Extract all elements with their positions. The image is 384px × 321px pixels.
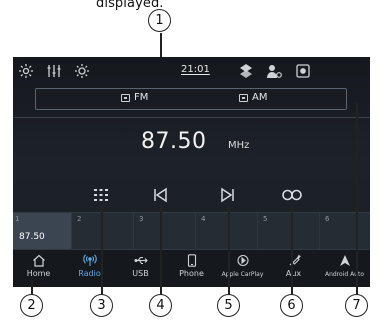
nav-label: Android Auto [324, 271, 365, 278]
nav-usb[interactable]: USB [115, 250, 166, 287]
loop-icon[interactable] [281, 187, 303, 203]
preset-1[interactable]: 1 87.50 [13, 213, 72, 249]
callout-5-leader [228, 205, 230, 295]
nav-label: Apple CarPlay [221, 271, 264, 278]
radio-icon [82, 254, 97, 267]
nav-label: USB [132, 269, 149, 278]
preset-number: 3 [139, 215, 144, 223]
band-am-button[interactable]: AM [239, 92, 267, 103]
preset-number: 4 [201, 215, 206, 223]
preset-number: 5 [263, 215, 268, 223]
camera-icon[interactable] [295, 63, 311, 79]
band-icon [239, 93, 248, 102]
preset-2[interactable]: 2 [75, 213, 134, 249]
carplay-icon [236, 254, 250, 267]
divider [13, 117, 370, 118]
callout-3-leader [101, 205, 103, 295]
navigation-icon[interactable] [238, 63, 254, 79]
callout-7: 7 [345, 294, 368, 317]
nav-phone[interactable]: Phone [166, 250, 217, 287]
frequency-display: 87.50 [141, 129, 207, 154]
callout-2-leader [31, 280, 33, 295]
callout-6: 6 [280, 294, 303, 317]
band-fm-label: FM [134, 92, 149, 103]
nav-radio[interactable]: Radio [64, 250, 115, 287]
keypad-icon[interactable] [92, 187, 110, 203]
preset-6[interactable]: 6 [323, 213, 370, 249]
bottom-nav: Home Radio USB Phone Apple CarPlay Aux A… [13, 250, 370, 287]
brightness-icon[interactable] [74, 63, 90, 79]
callout-4: 4 [149, 294, 172, 317]
callout-1: 1 [148, 9, 171, 32]
preset-number: 1 [15, 215, 20, 223]
callout-6-leader [291, 205, 293, 295]
callout-7-leader [356, 103, 358, 295]
status-bar: 21:01 [13, 57, 370, 85]
frequency-unit: MHz [228, 140, 250, 151]
home-icon [32, 254, 46, 267]
nav-label: Radio [78, 269, 101, 278]
nav-aux[interactable]: Aux [268, 250, 319, 287]
seek-back-icon[interactable] [151, 187, 169, 203]
nav-home[interactable]: Home [13, 250, 64, 287]
gear-icon[interactable] [18, 63, 34, 79]
head-unit-screen: 21:01 FM AM 87.50 MHz 1 87.50 2 3 4 5 6 … [13, 57, 370, 287]
aux-icon [287, 254, 301, 267]
preset-3[interactable]: 3 [137, 213, 196, 249]
callout-4-leader [160, 205, 162, 295]
preset-number: 6 [325, 215, 330, 223]
seek-forward-icon[interactable] [219, 187, 237, 203]
band-selector: FM AM [35, 88, 347, 110]
nav-apple-carplay[interactable]: Apple CarPlay [217, 250, 268, 287]
preset-frequency: 87.50 [19, 232, 45, 242]
clock: 21:01 [181, 64, 210, 75]
nav-label: Phone [179, 269, 204, 278]
equalizer-icon[interactable] [46, 63, 62, 79]
usb-icon [133, 254, 148, 267]
preset-list: 1 87.50 2 3 4 5 6 [13, 212, 370, 250]
phone-icon [185, 254, 199, 267]
nav-label: Aux [285, 269, 302, 278]
band-icon [121, 93, 130, 102]
nav-label: Home [26, 269, 51, 278]
user-settings-icon[interactable] [266, 63, 282, 79]
callout-5: 5 [217, 294, 240, 317]
band-fm-button[interactable]: FM [121, 92, 148, 103]
preset-number: 2 [77, 215, 82, 223]
callout-3: 3 [90, 294, 113, 317]
nav-android-auto[interactable]: Android Auto [319, 250, 370, 287]
callout-2: 2 [20, 294, 43, 317]
android-auto-icon [338, 254, 352, 267]
band-am-label: AM [252, 92, 268, 103]
